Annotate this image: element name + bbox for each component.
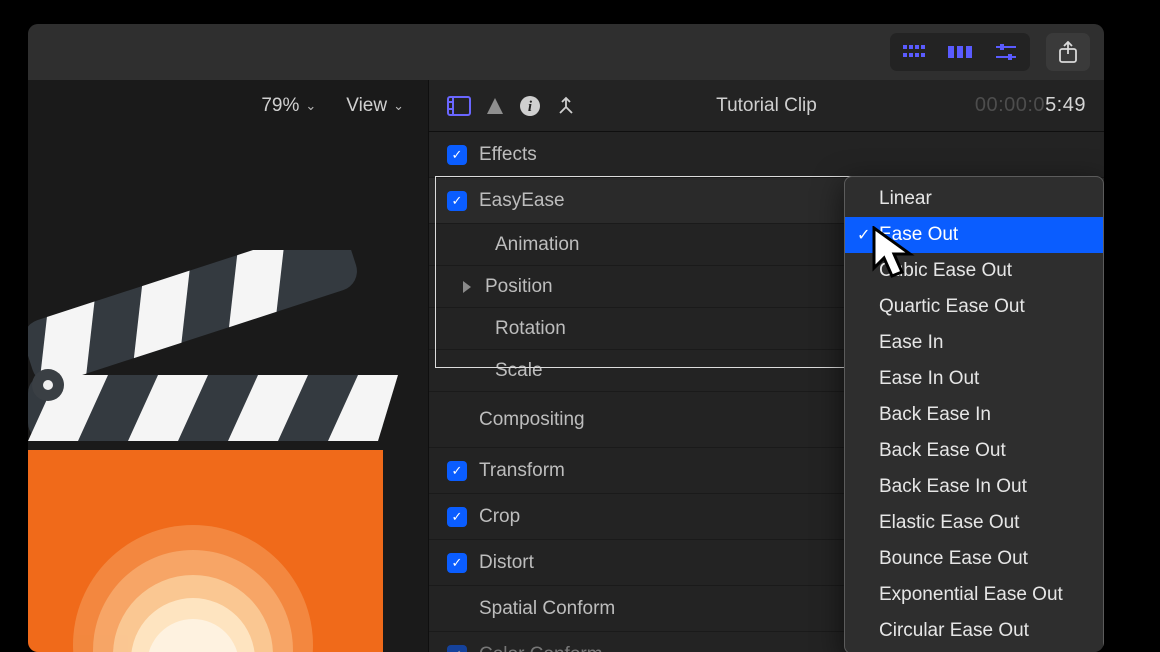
inspector-header: i Tutorial Clip 00:00:05:49 <box>429 80 1104 132</box>
checkbox-icon[interactable]: ✓ <box>447 461 467 481</box>
easing-option[interactable]: Ease In <box>845 325 1103 361</box>
timecode: 00:00:05:49 <box>975 94 1086 117</box>
chevron-down-icon: ⌄ <box>393 98 404 114</box>
layout-buttons-group <box>890 33 1030 71</box>
effects-section[interactable]: ✓ Effects <box>429 132 1104 178</box>
easing-option[interactable]: Circular Ease Out <box>845 613 1103 649</box>
easing-option[interactable]: Elastic Ease Out <box>845 505 1103 541</box>
easing-option[interactable]: Back Ease In Out <box>845 469 1103 505</box>
easing-option[interactable]: Back Ease Out <box>845 433 1103 469</box>
title-bar <box>28 24 1104 80</box>
checkbox-icon[interactable]: ✓ <box>447 191 467 211</box>
layout-columns-button[interactable] <box>940 37 980 67</box>
checkbox-icon[interactable]: ✓ <box>447 553 467 573</box>
app-icon-area <box>28 250 418 652</box>
layout-sliders-button[interactable] <box>986 37 1026 67</box>
info-inspector-icon[interactable]: i <box>519 95 541 117</box>
checkbox-icon[interactable]: ✓ <box>447 507 467 527</box>
easing-option[interactable]: Back Ease In <box>845 397 1103 433</box>
inspector-panel: i Tutorial Clip 00:00:05:49 ✓ Effects ✓ … <box>428 80 1104 652</box>
zoom-value: 79% <box>261 95 299 117</box>
easing-option[interactable]: Cubic Ease Out <box>845 253 1103 289</box>
color-inspector-icon[interactable] <box>485 96 505 116</box>
view-dropdown[interactable]: View ⌄ <box>346 95 404 117</box>
share-button[interactable] <box>1046 33 1090 71</box>
viewer-panel: 79% ⌄ View ⌄ <box>28 80 428 652</box>
video-inspector-icon[interactable] <box>447 96 471 116</box>
easing-option[interactable]: Linear <box>845 181 1103 217</box>
checkbox-icon[interactable]: ✓ <box>447 645 467 652</box>
easing-option[interactable]: Exponential Ease Out <box>845 577 1103 613</box>
easing-option[interactable]: Bounce Ease Out <box>845 541 1103 577</box>
easing-option[interactable]: Quartic Ease Out <box>845 289 1103 325</box>
easing-popup-menu: LinearEase OutCubic Ease OutQuartic Ease… <box>844 176 1104 652</box>
share-inspector-icon[interactable] <box>555 95 577 117</box>
view-label: View <box>346 95 387 117</box>
checkbox-icon[interactable]: ✓ <box>447 145 467 165</box>
easing-option[interactable]: Ease In Out <box>845 361 1103 397</box>
chevron-down-icon: ⌄ <box>305 98 316 114</box>
clip-title: Tutorial Clip <box>716 95 817 117</box>
easing-option[interactable]: Ease Out <box>845 217 1103 253</box>
zoom-dropdown[interactable]: 79% ⌄ <box>261 95 316 117</box>
disclosure-icon[interactable] <box>463 281 471 293</box>
layout-grid-button[interactable] <box>894 37 934 67</box>
